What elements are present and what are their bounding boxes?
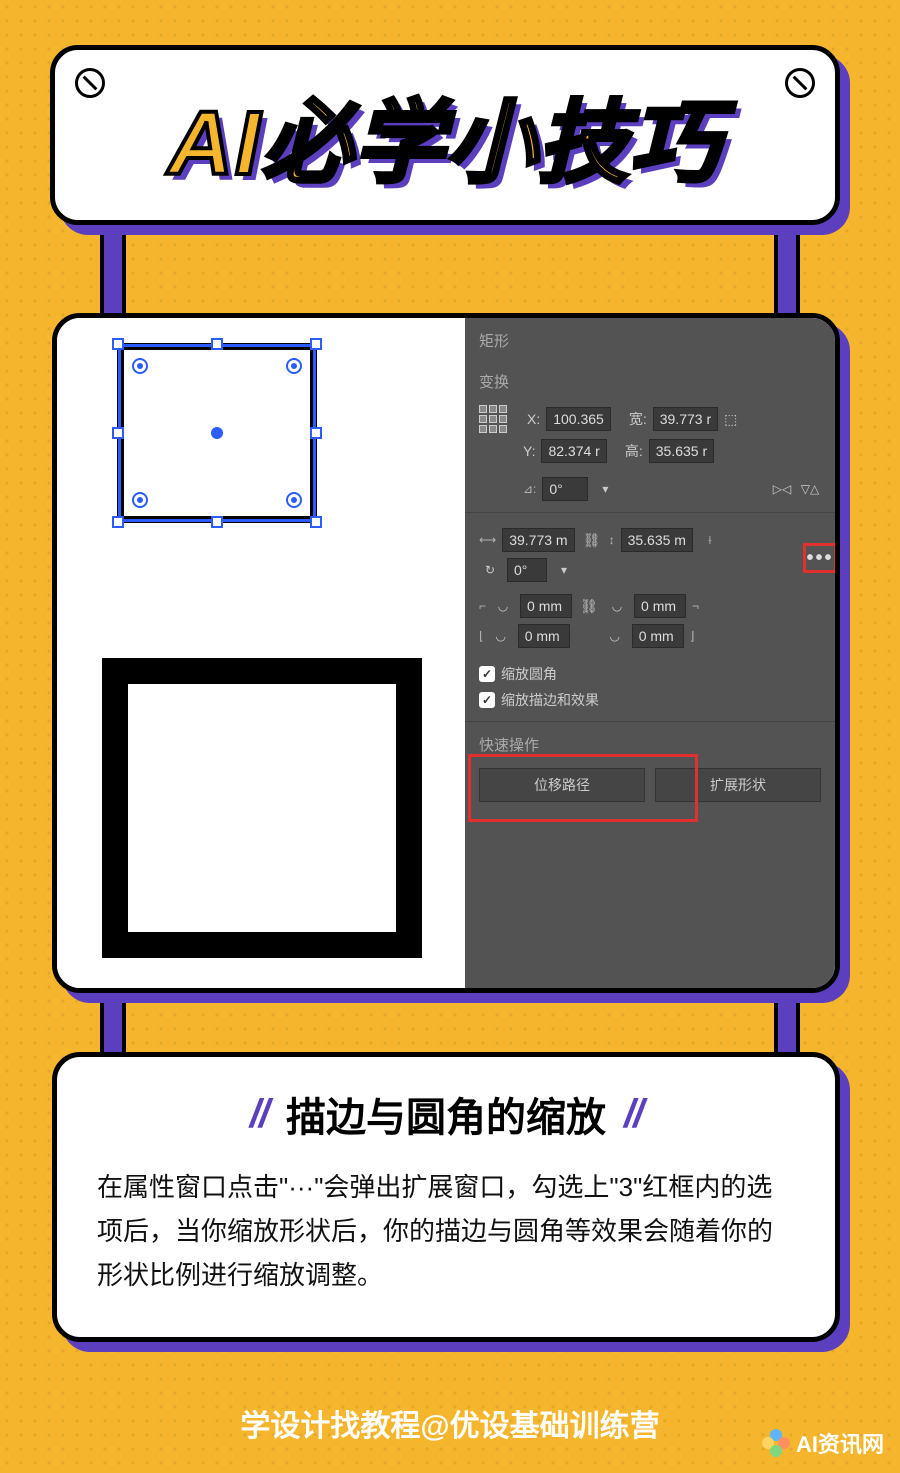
corner-type-icon[interactable]: ◡ [606, 595, 628, 617]
dropdown-icon[interactable]: ▾ [553, 559, 575, 581]
corner-widget-icon[interactable] [132, 358, 148, 374]
width-detail-input[interactable]: 39.773 m [502, 528, 574, 552]
constrain-proportions-icon[interactable]: ⬚ [724, 411, 737, 428]
resize-handle[interactable] [211, 516, 223, 528]
corner-type-icon[interactable]: ◡ [490, 625, 512, 647]
corner-tr-input[interactable]: 0 mm [634, 594, 686, 618]
rotate-icon: ⊿: [523, 482, 536, 496]
screenshot-card: 矩形 变换 X: 100.365 宽: 39.773 r ⬚ Y: 82.374… [52, 313, 840, 993]
x-label: X: [527, 411, 540, 427]
height-input[interactable]: 35.635 r [649, 439, 714, 463]
corner-widget-icon[interactable] [132, 492, 148, 508]
text-card-heading: 描边与圆角的缩放 [286, 1085, 606, 1143]
watermark-flower-icon [762, 1429, 790, 1457]
height-detail-input[interactable]: 35.635 m [621, 528, 693, 552]
link-corners-icon[interactable]: ⛓ [578, 595, 600, 617]
align-icon[interactable]: ⟊ [699, 529, 721, 551]
resize-handle[interactable] [112, 427, 124, 439]
resize-handle[interactable] [112, 516, 124, 528]
corner-widget-icon[interactable] [286, 492, 302, 508]
rotate-detail-input[interactable]: 0° [507, 558, 547, 582]
red-highlight-box [468, 754, 698, 822]
x-input[interactable]: 100.365 [546, 407, 611, 431]
corner-widget-icon[interactable] [286, 358, 302, 374]
screw-icon [75, 68, 105, 98]
width-input[interactable]: 39.773 r [653, 407, 718, 431]
scale-strokes-label: 缩放描边和效果 [501, 690, 599, 710]
shape-type-label: 矩形 [479, 330, 821, 351]
resize-handle[interactable] [211, 338, 223, 350]
reference-point-grid[interactable] [479, 405, 507, 433]
corner-tl-icon: ⌐ [479, 599, 486, 613]
rotate-input[interactable]: 0° [542, 477, 588, 501]
resize-handle[interactable] [310, 338, 322, 350]
corner-br-input[interactable]: 0 mm [632, 624, 684, 648]
page-title: AI必学小技巧 [168, 70, 722, 200]
text-card-body: 在属性窗口点击"···"会弹出扩展窗口，勾选上"3"红框内的选项后，当你缩放形状… [97, 1165, 795, 1298]
height-icon: ↕ [609, 533, 615, 547]
y-input[interactable]: 82.374 r [541, 439, 606, 463]
text-card-heading-row: // 描边与圆角的缩放 // [97, 1085, 795, 1143]
corner-br-icon: ⌋ [690, 629, 695, 643]
corner-bl-icon: ⌊ [479, 629, 484, 643]
dropdown-icon[interactable]: ▾ [594, 478, 616, 500]
scale-corners-label: 缩放圆角 [501, 664, 557, 684]
illustrator-canvas[interactable] [57, 318, 467, 988]
y-label: Y: [523, 443, 535, 459]
text-card: // 描边与圆角的缩放 // 在属性窗口点击"···"会弹出扩展窗口，勾选上"3… [52, 1052, 840, 1342]
slash-decoration-icon: // [624, 1092, 642, 1137]
title-card: AI必学小技巧 [50, 45, 840, 225]
watermark: AI资讯网 [762, 1427, 884, 1459]
height-label: 高: [625, 441, 643, 461]
watermark-text: AI资讯网 [796, 1427, 884, 1459]
corner-type-icon[interactable]: ◡ [492, 595, 514, 617]
resize-handle[interactable] [310, 427, 322, 439]
width-icon: ⟷ [479, 533, 496, 547]
scale-corners-checkbox[interactable]: ✓ [479, 666, 495, 682]
scale-strokes-checkbox[interactable]: ✓ [479, 692, 495, 708]
resize-handle[interactable] [310, 516, 322, 528]
resize-handle[interactable] [112, 338, 124, 350]
link-icon[interactable]: ⛓ [581, 529, 603, 551]
scaled-rectangle-shape[interactable] [102, 658, 422, 958]
rotate-icon[interactable]: ↻ [479, 559, 501, 581]
quick-actions-label: 快速操作 [479, 734, 821, 755]
center-point-icon [211, 427, 223, 439]
width-label: 宽: [629, 409, 647, 429]
properties-panel: 矩形 变换 X: 100.365 宽: 39.773 r ⬚ Y: 82.374… [465, 318, 835, 988]
corner-tr-icon: ¬ [692, 599, 699, 613]
flip-horizontal-icon[interactable]: ▷◁ [771, 478, 793, 500]
corner-bl-input[interactable]: 0 mm [518, 624, 570, 648]
flip-vertical-icon[interactable]: ▽△ [799, 478, 821, 500]
screw-icon [785, 68, 815, 98]
transform-section-label: 变换 [479, 371, 821, 392]
corner-tl-input[interactable]: 0 mm [520, 594, 572, 618]
slash-decoration-icon: // [250, 1092, 268, 1137]
more-icon: ••• [806, 547, 833, 570]
selected-rectangle-shape[interactable] [117, 343, 317, 523]
corner-type-icon[interactable]: ◡ [604, 625, 626, 647]
more-options-button[interactable]: ••• [803, 543, 837, 573]
